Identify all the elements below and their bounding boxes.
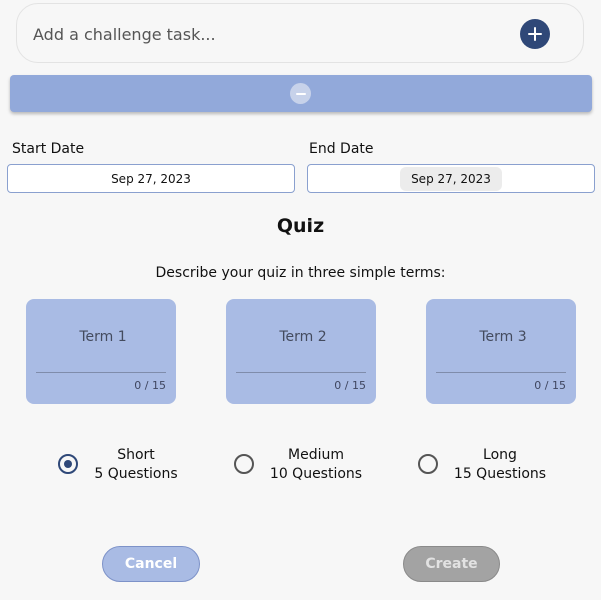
term-1-underline: [36, 372, 166, 373]
end-date-field[interactable]: Sep 27, 2023: [307, 164, 595, 193]
term-2-underline: [236, 372, 366, 373]
length-option-medium[interactable]: Medium 10 Questions: [234, 446, 374, 486]
term-3-char-count: 0 / 15: [534, 379, 566, 392]
radio-medium[interactable]: [234, 454, 254, 474]
cancel-button[interactable]: Cancel: [102, 546, 200, 582]
term-1-char-count: 0 / 15: [134, 379, 166, 392]
term-card-2: 0 / 15: [226, 299, 376, 404]
start-date-label: Start Date: [12, 141, 85, 157]
create-button[interactable]: Create: [403, 546, 500, 582]
length-option-short[interactable]: Short 5 Questions: [58, 446, 188, 486]
plus-circle-icon: [528, 27, 542, 41]
start-date-value: Sep 27, 2023: [111, 171, 191, 186]
quiz-description: Describe your quiz in three simple terms…: [155, 265, 446, 281]
term-3-underline: [436, 372, 566, 373]
add-task-button[interactable]: [520, 19, 550, 49]
quiz-title: Quiz: [276, 215, 325, 237]
term-2-char-count: 0 / 15: [334, 379, 366, 392]
length-long-name: Long: [483, 447, 517, 463]
term-1-input[interactable]: [36, 321, 170, 353]
end-date-label: End Date: [309, 141, 374, 157]
length-option-long[interactable]: Long 15 Questions: [418, 446, 558, 486]
start-date-field[interactable]: Sep 27, 2023: [7, 164, 295, 193]
length-option-short-label: Short 5 Questions: [94, 446, 178, 484]
term-card-1: 0 / 15: [26, 299, 176, 404]
length-medium-name: Medium: [288, 447, 344, 463]
radio-short-dot: [64, 460, 72, 468]
length-option-medium-label: Medium 10 Questions: [268, 446, 364, 484]
minus-circle-icon: [295, 92, 306, 95]
length-medium-detail: 10 Questions: [269, 466, 363, 482]
length-option-long-label: Long 15 Questions: [452, 446, 548, 484]
task-list-bar: [10, 75, 592, 112]
radio-long[interactable]: [418, 454, 438, 474]
task-input[interactable]: [31, 18, 505, 50]
length-short-detail: 5 Questions: [94, 466, 178, 482]
radio-short[interactable]: [58, 454, 78, 474]
length-short-name: Short: [117, 447, 155, 463]
remove-task-button[interactable]: [290, 83, 311, 104]
term-card-3: 0 / 15: [426, 299, 576, 404]
term-2-input[interactable]: [236, 321, 370, 353]
length-long-detail: 15 Questions: [453, 466, 547, 482]
task-input-container: [16, 3, 584, 63]
term-3-input[interactable]: [436, 321, 570, 353]
end-date-value: Sep 27, 2023: [400, 166, 502, 191]
